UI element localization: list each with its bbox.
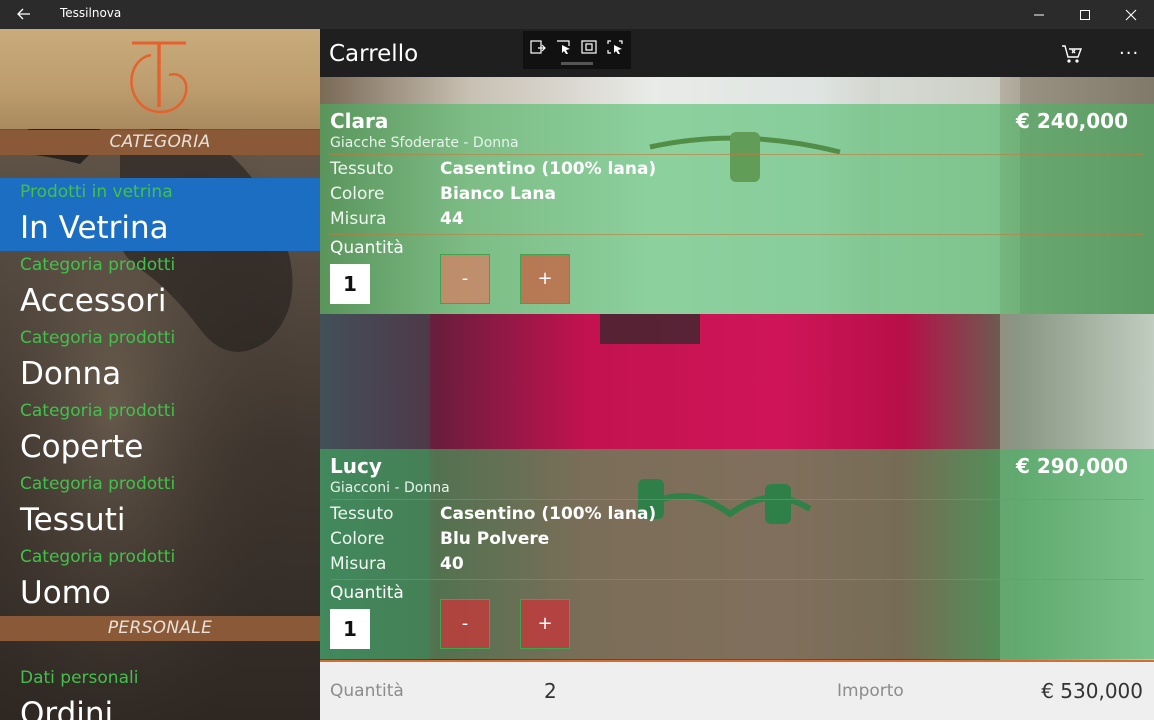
maximize-button[interactable] [1062, 0, 1108, 29]
cart-item[interactable]: Clara € 240,000 Giacche Sfoderate - Donn… [320, 104, 1154, 314]
app-title: Tessilnova [60, 6, 122, 20]
nav-item-label: Coperte [20, 429, 144, 465]
more-options-icon[interactable]: ··· [1119, 43, 1141, 64]
divider [330, 499, 1144, 500]
nav-item-sublabel: Categoria prodotti [20, 474, 176, 494]
color-value: Blu Polvere [440, 529, 550, 549]
fabric-value: Casentino (100% lana) [440, 159, 657, 179]
navigation-pane: CATEGORIA Prodotti in vetrina In Vetrina… [0, 29, 320, 720]
tessilnova-logo-icon [130, 41, 188, 114]
decrease-quantity-button[interactable]: - [440, 599, 490, 649]
nav-item-donna[interactable]: Categoria prodotti Donna [0, 324, 320, 397]
divider [330, 579, 1144, 580]
size-value: 40 [440, 554, 464, 574]
quantity-field[interactable]: 1 [330, 264, 370, 304]
cart-item[interactable]: Lucy € 290,000 Giacconi - Donna Tessuto … [320, 449, 1154, 659]
cart-summary: Quantità 2 Importo € 530,000 [320, 660, 1154, 720]
nav-item-label: Accessori [20, 283, 167, 319]
total-amount-value: € 530,000 [1041, 679, 1143, 703]
color-label: Colore [330, 184, 385, 204]
nav-item-sublabel: Prodotti in vetrina [20, 182, 173, 202]
nav-item-label: Uomo [20, 575, 111, 611]
nav-item-in-vetrina[interactable]: Prodotti in vetrina In Vetrina [0, 178, 320, 251]
close-button[interactable] [1108, 0, 1154, 29]
nav-item-label: Donna [20, 356, 122, 392]
decrease-quantity-button[interactable]: - [440, 254, 490, 304]
select-element-icon[interactable] [555, 39, 573, 55]
cart-page: Carrello ··· Clara € 240,000 Giacche Sfo… [320, 29, 1154, 720]
section-header-personale: PERSONALE [0, 616, 320, 641]
color-value: Bianco Lana [440, 184, 556, 204]
size-label: Misura [330, 209, 387, 229]
minimize-icon [1034, 14, 1044, 16]
nav-item-uomo[interactable]: Categoria prodotti Uomo [0, 543, 320, 616]
divider [330, 154, 1144, 155]
title-bar: Tessilnova [0, 0, 1154, 29]
nav-item-label: Tessuti [20, 502, 126, 538]
maximize-icon [1080, 10, 1090, 20]
logo-area [0, 29, 320, 129]
nav-item-sublabel: Categoria prodotti [20, 328, 176, 348]
debug-toolbar [523, 31, 631, 69]
size-value: 44 [440, 209, 464, 229]
item-price: € 290,000 [1016, 454, 1128, 478]
fabric-value: Casentino (100% lana) [440, 504, 657, 524]
nav-item-accessori[interactable]: Categoria prodotti Accessori [0, 251, 320, 324]
quantity-label: Quantità [330, 238, 404, 258]
nav-item-sublabel: Dati personali [20, 668, 139, 688]
section-header-categoria: CATEGORIA [0, 130, 320, 155]
increase-quantity-button[interactable]: + [520, 254, 570, 304]
toolbar-grip[interactable] [561, 62, 593, 65]
nav-item-label: Ordini [20, 696, 114, 720]
nav-item-coperte[interactable]: Categoria prodotti Coperte [0, 397, 320, 470]
page-title: Carrello [329, 41, 419, 67]
quantity-field[interactable]: 1 [330, 609, 370, 649]
track-focus-icon[interactable] [606, 39, 624, 55]
divider [330, 234, 1144, 235]
live-tree-icon[interactable] [529, 39, 547, 55]
back-button[interactable] [10, 3, 38, 25]
app-window: Tessilnova CATEGORIA Prodotti in vetrina… [0, 0, 1154, 720]
total-amount-label: Importo [837, 681, 904, 701]
layout-adorners-icon[interactable] [580, 39, 598, 55]
item-category: Giacche Sfoderate - Donna [330, 135, 519, 151]
nav-item-sublabel: Categoria prodotti [20, 547, 176, 567]
total-quantity-value: 2 [544, 679, 557, 703]
fabric-label: Tessuto [330, 504, 394, 524]
increase-quantity-button[interactable]: + [520, 599, 570, 649]
back-arrow-icon [17, 8, 30, 20]
nav-item-sublabel: Categoria prodotti [20, 255, 176, 275]
nav-item-ordini[interactable]: Dati personali Ordini [0, 664, 320, 720]
nav-item-sublabel: Categoria prodotti [20, 401, 176, 421]
nav-item-label: In Vetrina [20, 210, 169, 246]
item-category: Giacconi - Donna [330, 480, 450, 496]
nav-item-tessuti[interactable]: Categoria prodotti Tessuti [0, 470, 320, 543]
item-price: € 240,000 [1016, 109, 1128, 133]
item-name: Lucy [330, 454, 382, 478]
total-quantity-label: Quantità [330, 681, 404, 701]
fabric-label: Tessuto [330, 159, 394, 179]
item-name: Clara [330, 109, 389, 133]
minimize-button[interactable] [1016, 0, 1062, 29]
close-icon [1125, 9, 1137, 21]
color-label: Colore [330, 529, 385, 549]
size-label: Misura [330, 554, 387, 574]
cart-icon[interactable] [1061, 44, 1083, 64]
quantity-label: Quantità [330, 583, 404, 603]
